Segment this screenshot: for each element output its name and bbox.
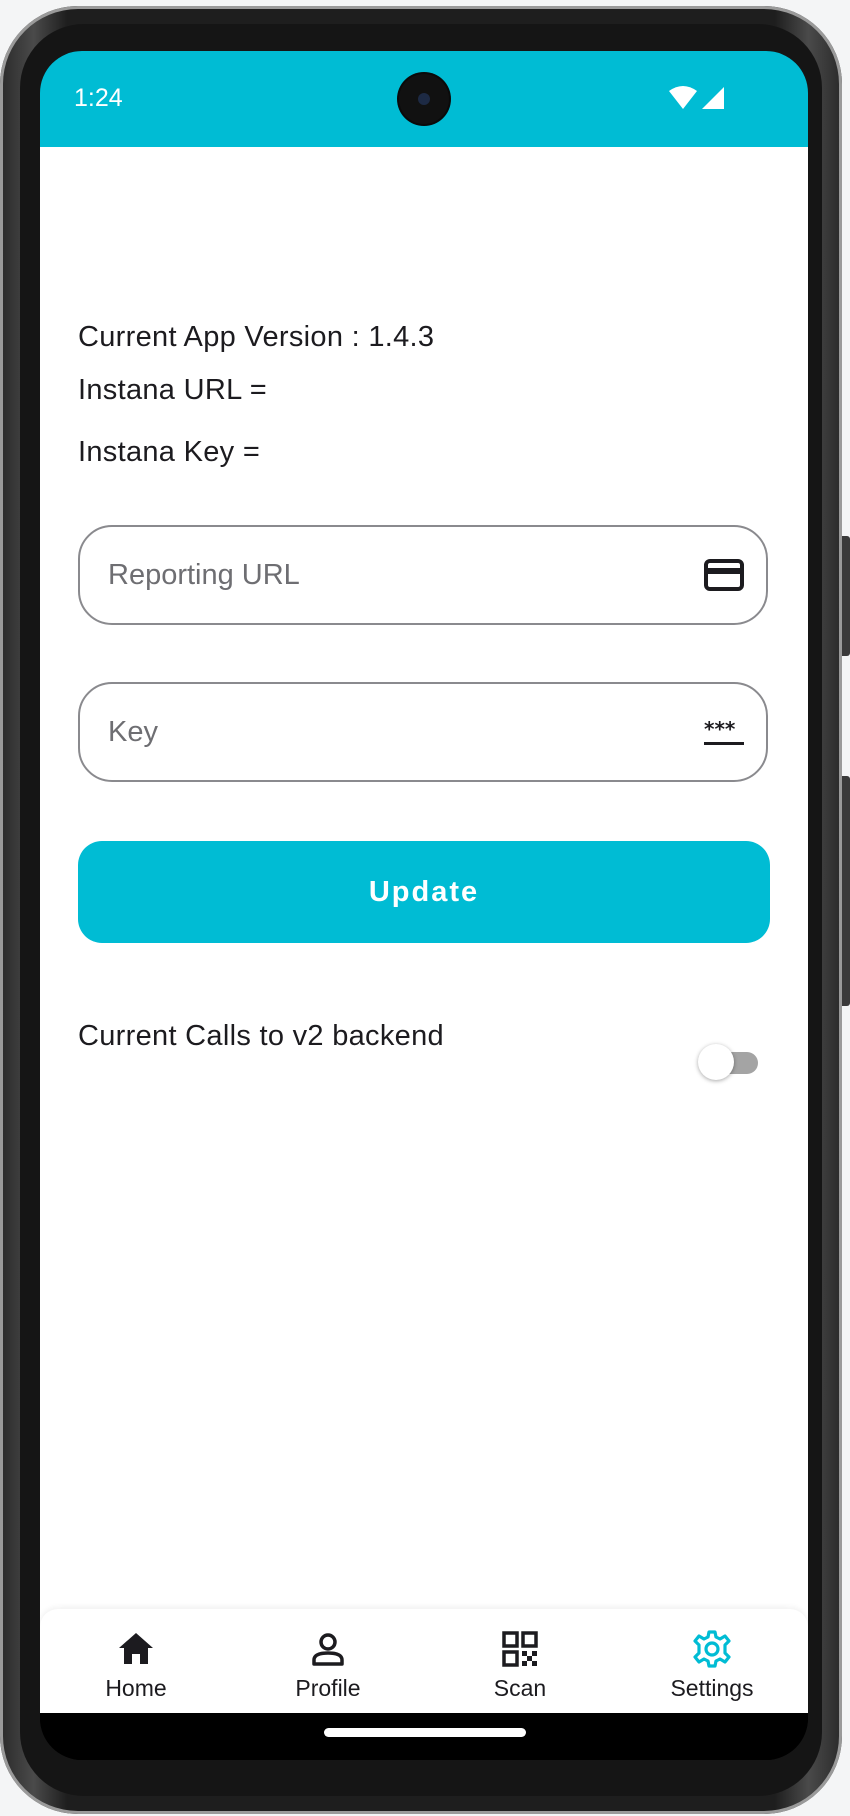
switch-thumb[interactable] [698,1044,734,1080]
power-button [842,536,850,656]
gear-icon [693,1630,731,1668]
update-button[interactable]: Update [78,841,770,943]
home-icon [119,1633,153,1664]
password-icon: *** [704,717,744,745]
front-camera [399,74,449,124]
instana-url-text: Instana URL = [78,374,268,406]
phone-frame: 1:24 Current App Version : 1.4.3 Instana… [0,6,850,1814]
cell-signal-icon [702,87,724,109]
app-version-text: Current App Version : 1.4.3 [78,321,435,353]
status-icons [668,85,728,111]
svg-text:***: *** [704,717,736,741]
reporting-url-input[interactable] [108,527,668,623]
volume-button [842,776,850,1006]
phone-screen: 1:24 Current App Version : 1.4.3 Instana… [40,51,808,1760]
key-input[interactable] [108,684,668,780]
home-gesture-bar[interactable] [324,1728,526,1737]
instana-key-text: Instana Key = [78,436,261,468]
status-bar: 1:24 [40,51,808,147]
person-icon [312,1633,344,1666]
reporting-url-field[interactable] [78,525,768,625]
nav-item-scan[interactable]: Scan [424,1609,616,1713]
nav-label-scan: Scan [493,1675,547,1701]
qr-code-icon [502,1631,538,1667]
bottom-navigation: Home Profile Scan Settings [40,1609,808,1713]
v2-backend-switch[interactable] [698,1042,760,1082]
nav-item-settings[interactable]: Settings [616,1609,808,1713]
v2-backend-label: Current Calls to v2 backend [78,1020,444,1052]
key-field[interactable]: *** [78,682,768,782]
credit-card-icon [704,559,744,591]
nav-item-profile[interactable]: Profile [232,1609,424,1713]
status-time: 1:24 [74,84,123,112]
wifi-icon [669,86,697,109]
nav-label-home: Home [105,1675,167,1701]
settings-screen: Current App Version : 1.4.3 Instana URL … [40,147,808,1657]
nav-label-settings: Settings [670,1675,754,1701]
gesture-navigation-area [40,1713,808,1760]
nav-label-profile: Profile [295,1675,361,1701]
nav-item-home[interactable]: Home [40,1609,232,1713]
